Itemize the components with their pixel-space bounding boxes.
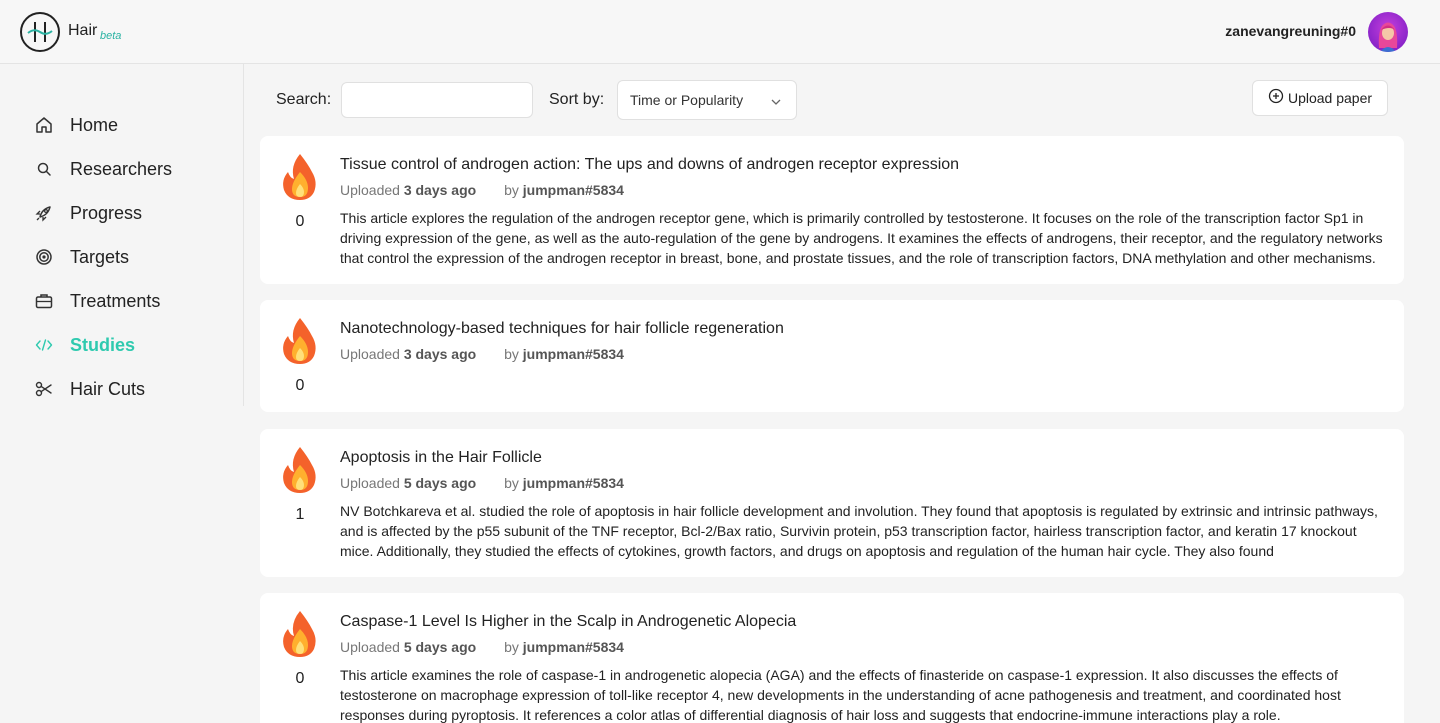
- sidebar-item-researchers[interactable]: Researchers: [34, 155, 172, 183]
- paper-title[interactable]: Apoptosis in the Hair Follicle: [340, 449, 542, 467]
- by-prefix: by: [504, 475, 519, 491]
- uploaded-prefix: Uploaded: [340, 346, 400, 362]
- uploaded-time: 5 days ago: [403, 639, 477, 655]
- fire-upvote-icon[interactable]: [278, 609, 322, 659]
- sidebar-item-label: Progress: [70, 202, 143, 223]
- paper-summary: NV Botchkareva et al. studied the role o…: [340, 503, 1378, 559]
- paper-meta: Uploaded 5 days ago by jumpman#5834: [340, 475, 624, 491]
- paper-title[interactable]: Nanotechnology-based techniques for hair…: [340, 320, 784, 338]
- by-prefix: by: [504, 639, 519, 655]
- sidebar-item-label: Home: [70, 114, 119, 135]
- username[interactable]: zanevangreuning#0: [1225, 23, 1356, 39]
- author-link[interactable]: jumpman#5834: [523, 346, 624, 362]
- code-icon: [34, 335, 54, 355]
- upload-paper-label: Upload paper: [1287, 90, 1373, 106]
- fire-upvote-icon[interactable]: [278, 445, 322, 495]
- search-label: Search:: [276, 91, 332, 108]
- home-icon: [34, 115, 54, 135]
- paper-meta: Uploaded 5 days ago by jumpman#5834: [340, 639, 624, 655]
- sort-label: Sort by:: [549, 91, 605, 108]
- vote-count: 0: [295, 377, 305, 394]
- brand-name[interactable]: Hair: [68, 22, 97, 40]
- briefcase-icon: [34, 291, 54, 311]
- paper-summary: This article examines the role of caspas…: [340, 667, 1341, 723]
- sidebar-item-progress[interactable]: Progress: [34, 199, 142, 227]
- target-icon: [34, 247, 54, 267]
- paper-meta: Uploaded 3 days ago by jumpman#5834: [340, 346, 624, 362]
- sidebar-item-treatments[interactable]: Treatments: [34, 287, 160, 315]
- vote-count: 0: [295, 213, 305, 230]
- by-prefix: by: [504, 182, 519, 198]
- avatar[interactable]: [1368, 12, 1408, 52]
- sort-select[interactable]: Time or Popularity: [617, 80, 797, 120]
- uploaded-time: 3 days ago: [403, 182, 477, 198]
- uploaded-time: 3 days ago: [403, 346, 477, 362]
- vote-count: 1: [295, 506, 305, 523]
- sidebar-item-targets[interactable]: Targets: [34, 243, 129, 271]
- chevron-down-icon: [770, 95, 782, 113]
- sort-select-value: Time or Popularity: [630, 92, 744, 108]
- hair-logo-icon[interactable]: [20, 12, 60, 52]
- author-link[interactable]: jumpman#5834: [523, 475, 624, 491]
- search-input[interactable]: [341, 82, 533, 118]
- paper-meta: Uploaded 3 days ago by jumpman#5834: [340, 182, 624, 198]
- paper-card[interactable]: 0 Nanotechnology-based techniques for ha…: [260, 300, 1404, 412]
- paper-card[interactable]: 0 Tissue control of androgen action: The…: [260, 136, 1404, 284]
- paper-card[interactable]: 0 Caspase-1 Level Is Higher in the Scalp…: [260, 593, 1404, 723]
- rocket-icon: [34, 203, 54, 223]
- sidebar-item-label: Hair Cuts: [70, 378, 146, 399]
- brand-beta-tag: beta: [100, 30, 122, 42]
- vote-count: 0: [295, 670, 305, 687]
- paper-card[interactable]: 1 Apoptosis in the Hair Follicle Uploade…: [260, 429, 1404, 577]
- by-prefix: by: [504, 346, 519, 362]
- sidebar-item-hair-cuts[interactable]: Hair Cuts: [34, 375, 145, 403]
- upload-paper-button[interactable]: Upload paper: [1252, 80, 1388, 116]
- search-icon: [34, 159, 54, 179]
- scissors-icon: [34, 379, 54, 399]
- sidebar-item-label: Researchers: [70, 158, 173, 179]
- sidebar-item-studies[interactable]: Studies: [34, 331, 135, 359]
- sidebar-item-home[interactable]: Home: [34, 111, 118, 139]
- fire-upvote-icon[interactable]: [278, 316, 322, 366]
- plus-circle-icon: [1268, 88, 1284, 109]
- author-link[interactable]: jumpman#5834: [523, 639, 624, 655]
- sidebar-item-label: Treatments: [70, 290, 161, 311]
- paper-title[interactable]: Caspase-1 Level Is Higher in the Scalp i…: [340, 613, 796, 631]
- sidebar-item-label: Targets: [70, 246, 130, 267]
- sidebar: Home Researchers Progress Targets Treatm…: [0, 64, 244, 406]
- top-bar: Hair beta zanevangreuning#0: [0, 0, 1440, 64]
- uploaded-prefix: Uploaded: [340, 475, 400, 491]
- uploaded-prefix: Uploaded: [340, 639, 400, 655]
- fire-upvote-icon[interactable]: [278, 152, 322, 202]
- paper-title[interactable]: Tissue control of androgen action: The u…: [340, 156, 959, 174]
- paper-summary: This article explores the regulation of …: [340, 210, 1383, 266]
- uploaded-prefix: Uploaded: [340, 182, 400, 198]
- uploaded-time: 5 days ago: [403, 475, 477, 491]
- author-link[interactable]: jumpman#5834: [523, 182, 624, 198]
- sidebar-item-label: Studies: [70, 334, 136, 355]
